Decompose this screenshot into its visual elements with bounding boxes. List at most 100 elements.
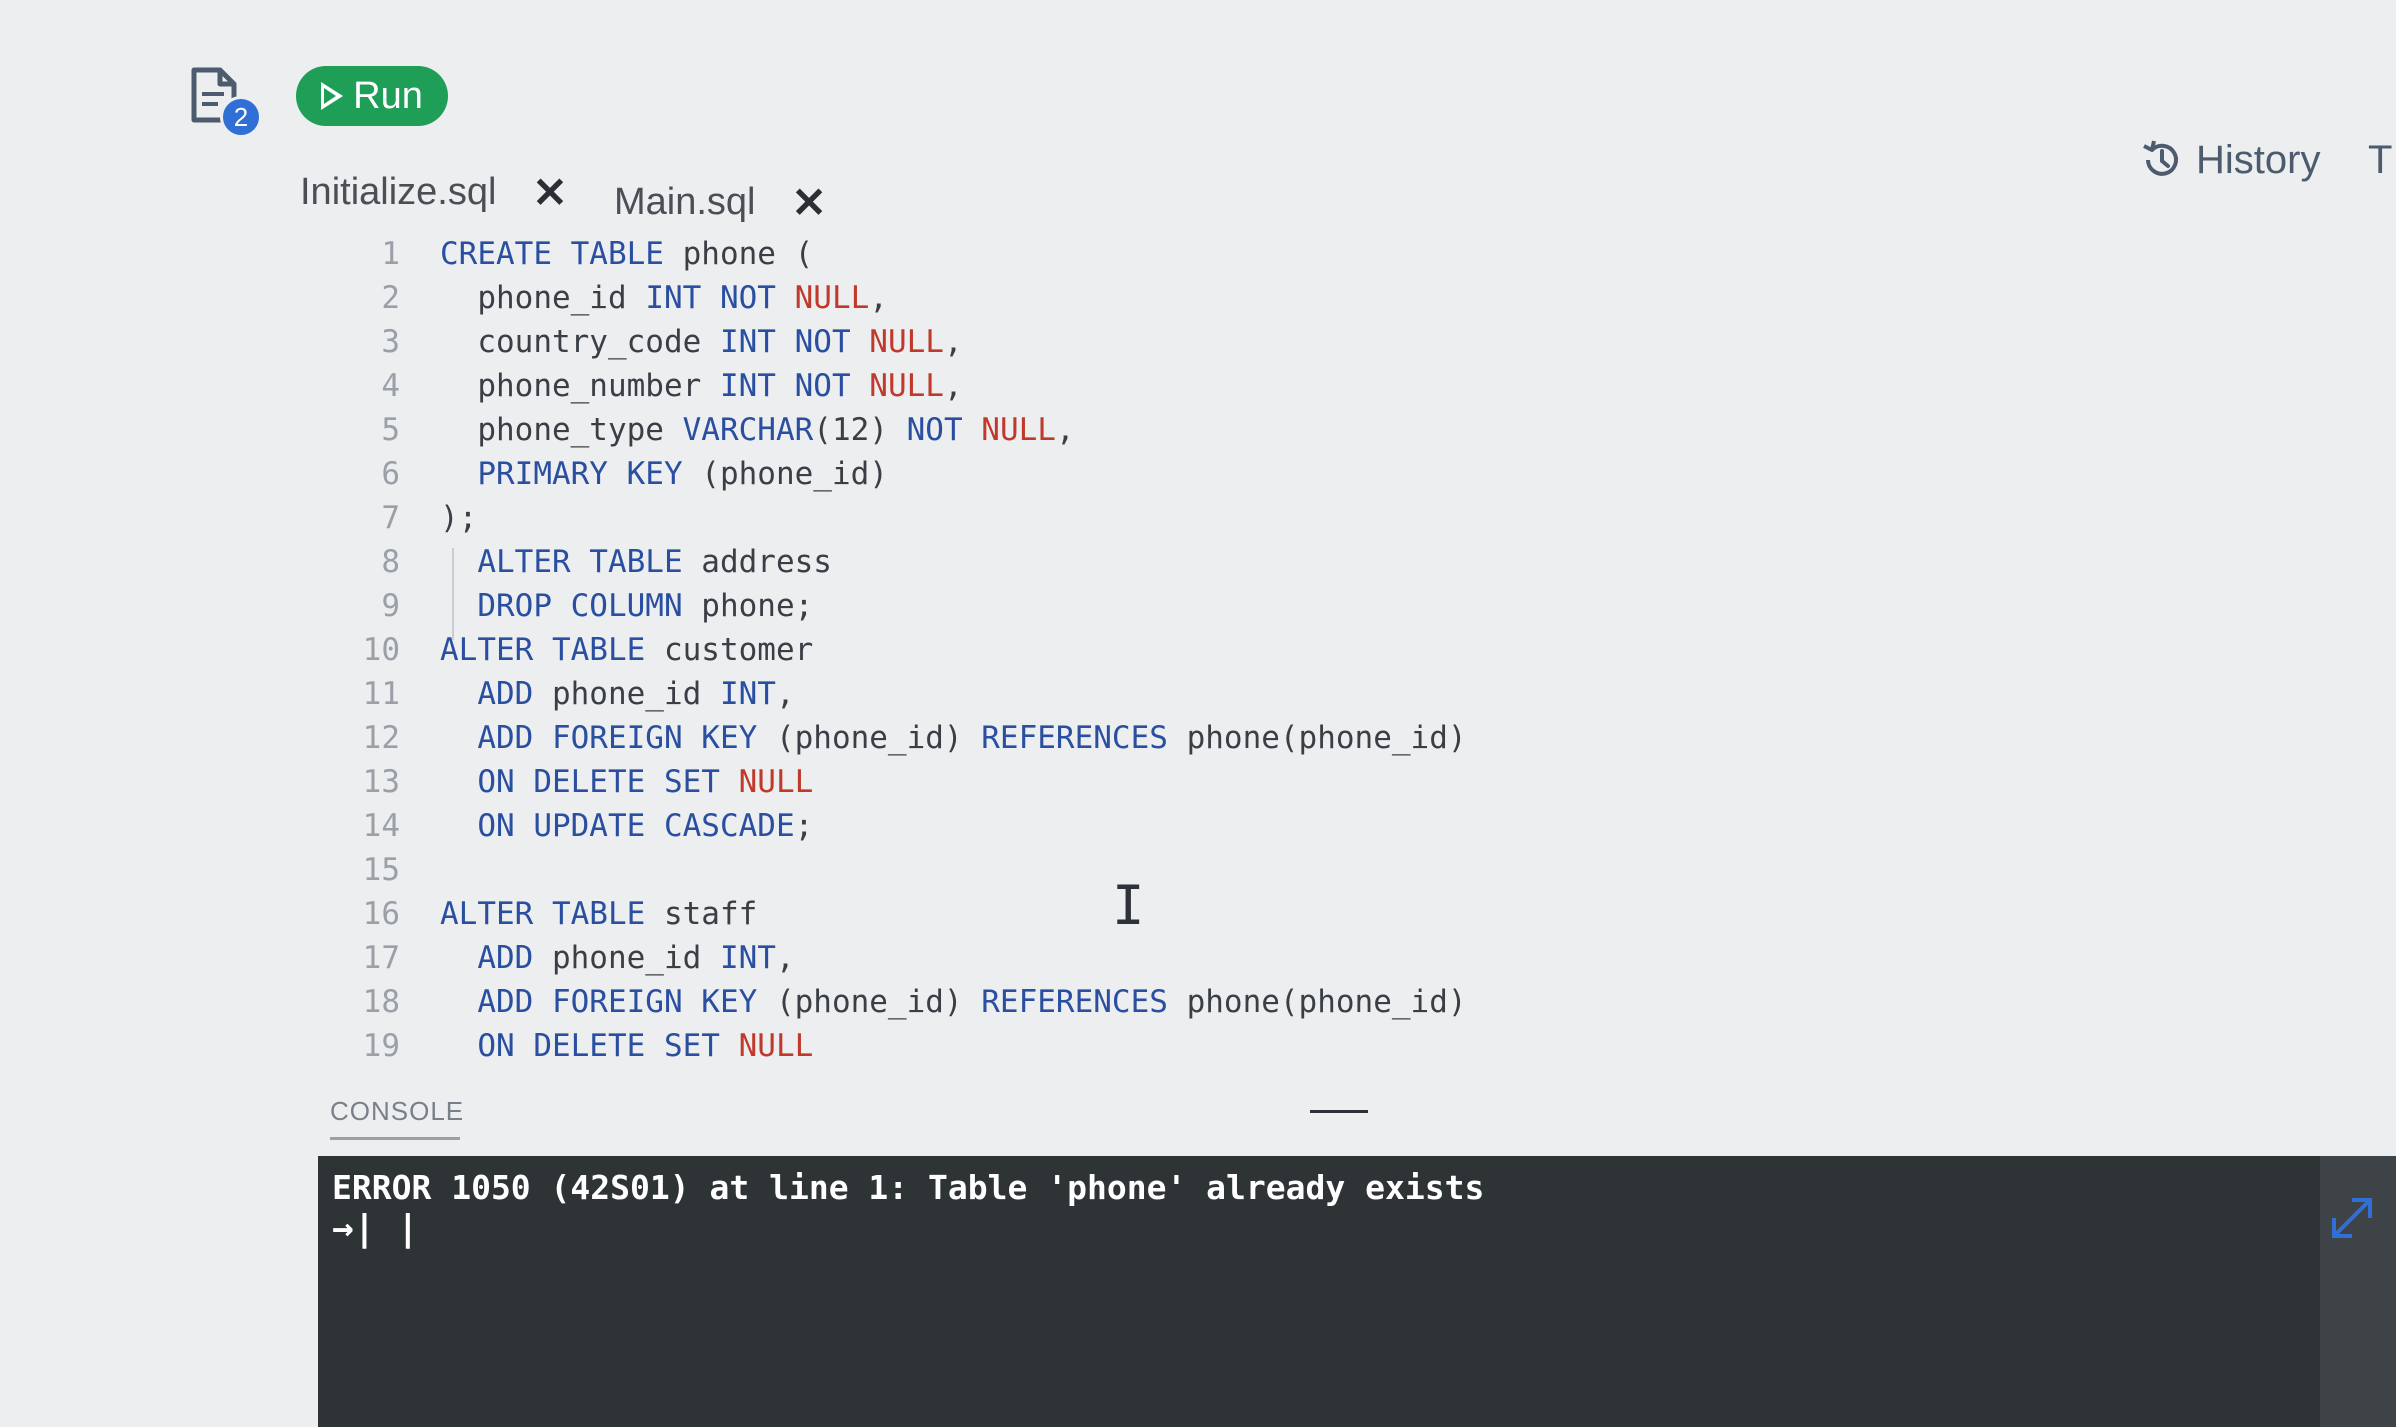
code-text: phone_type VARCHAR(12) NOT NULL, (440, 408, 1075, 452)
line-number: 1 (381, 236, 400, 272)
sql-text: , (775, 940, 795, 976)
sql-keyword: NOT (906, 412, 982, 448)
history-button[interactable]: History (2140, 130, 2320, 190)
sql-text: , (1055, 412, 1075, 448)
code-text: ADD FOREIGN KEY (phone_id) REFERENCES ph… (440, 980, 1467, 1024)
sql-keyword: INT (719, 676, 776, 712)
code-text: ADD phone_id INT, (440, 672, 795, 716)
code-text: ); (440, 496, 477, 540)
line-number: 3 (381, 324, 400, 360)
close-icon[interactable]: ✕ (532, 168, 567, 217)
sql-null-keyword: NULL (869, 368, 944, 404)
tab-main-sql[interactable]: Main.sql ✕ (614, 174, 827, 230)
sql-text: phone(phone_id) (1186, 720, 1467, 756)
line-number: 7 (381, 500, 400, 536)
run-button-label: Run (353, 75, 423, 117)
line-number: 10 (362, 632, 400, 668)
expand-icon[interactable] (2326, 1192, 2378, 1244)
line-number: 9 (381, 588, 400, 624)
sql-keyword: PRIMARY KEY (440, 456, 702, 492)
sql-text: phone(phone_id) (1186, 984, 1467, 1020)
files-icon[interactable]: 2 (190, 66, 262, 138)
sql-keyword: ON UPDATE CASCADE (440, 808, 795, 844)
sql-text: phone_id (440, 280, 646, 316)
sql-text: , (869, 280, 888, 316)
sql-text: ; (794, 808, 814, 844)
sql-keyword: INT (719, 940, 776, 976)
sql-workbench: 2 Run History T Initialize.sql ✕ Main.sq… (0, 0, 2396, 1427)
sql-text: phone_id (551, 940, 720, 976)
sql-text: address (701, 544, 832, 580)
sql-keyword: VARCHAR (682, 412, 814, 448)
sql-text: phone_type (440, 412, 683, 448)
play-icon (321, 82, 344, 110)
line-number: 11 (362, 676, 400, 712)
sql-text: (phone_id) (701, 456, 888, 492)
sql-keyword: REFERENCES (981, 984, 1187, 1020)
sql-text: customer (663, 632, 814, 668)
line-number: 6 (381, 456, 400, 492)
sql-keyword: ON DELETE SET (440, 1028, 739, 1062)
sql-text: phone; (701, 588, 814, 624)
sql-keyword: INT NOT (645, 280, 795, 316)
code-text: ALTER TABLE staff (440, 892, 757, 936)
sql-null-keyword: NULL (981, 412, 1056, 448)
sql-text: , (943, 368, 963, 404)
console-tab[interactable]: CONSOLE (330, 1096, 463, 1140)
sql-text: country_code (440, 324, 720, 360)
code-text: phone_id INT NOT NULL, (440, 276, 888, 320)
line-number: 14 (362, 808, 400, 844)
sql-text: phone ( (682, 236, 814, 272)
tab-initialize-sql[interactable]: Initialize.sql ✕ (300, 164, 568, 220)
sql-keyword: ADD (440, 676, 552, 712)
sql-text: (12) (813, 412, 907, 448)
code-text: ON UPDATE CASCADE; (440, 804, 813, 848)
files-count-badge: 2 (220, 96, 262, 138)
code-text: ADD FOREIGN KEY (phone_id) REFERENCES ph… (440, 716, 1467, 760)
sql-null-keyword: NULL (738, 764, 814, 800)
code-text: ALTER TABLE address (440, 540, 832, 584)
history-label: History (2196, 137, 2321, 182)
history-clock-icon (2143, 140, 2178, 176)
sql-text: ); (440, 500, 478, 536)
line-number: 17 (362, 940, 400, 976)
line-number: 12 (362, 720, 400, 756)
sql-keyword: ADD FOREIGN KEY (440, 984, 776, 1020)
sql-keyword: REFERENCES (981, 720, 1187, 756)
sql-null-keyword: NULL (738, 1028, 814, 1062)
console-prompt[interactable]: →| | (332, 1208, 419, 1249)
run-button[interactable]: Run (296, 66, 448, 126)
sql-text: staff (663, 896, 758, 932)
line-number: 2 (381, 280, 400, 316)
code-text: PRIMARY KEY (phone_id) (440, 452, 888, 496)
sql-keyword: DROP COLUMN (440, 588, 702, 624)
code-text: ADD phone_id INT, (440, 936, 795, 980)
sql-text: , (943, 324, 963, 360)
close-icon[interactable]: ✕ (792, 178, 827, 227)
sql-null-keyword: NULL (869, 324, 944, 360)
line-number: 18 (362, 984, 400, 1020)
sql-keyword: INT NOT (719, 324, 870, 360)
line-number: 19 (362, 1028, 400, 1062)
sql-keyword: ALTER TABLE (440, 544, 702, 580)
tab-label: Main.sql (614, 180, 756, 223)
code-text: CREATE TABLE phone ( (440, 232, 813, 276)
console-error-message: ERROR 1050 (42S01) at line 1: Table 'pho… (332, 1168, 1485, 1207)
code-text: ALTER TABLE customer (440, 628, 813, 672)
line-number: 13 (362, 764, 400, 800)
panel-resize-handle[interactable] (1310, 1110, 1368, 1113)
clipped-toolbar-item[interactable]: T (2368, 130, 2396, 190)
sql-text: phone_number (440, 368, 720, 404)
sql-text: phone_id (551, 676, 720, 712)
line-number: 16 (362, 896, 400, 932)
line-number: 8 (381, 544, 400, 580)
sql-text: (phone_id) (775, 720, 982, 756)
sql-keyword: ADD (440, 940, 552, 976)
indent-guide (452, 548, 454, 640)
code-text: ON DELETE SET NULL (440, 760, 813, 804)
sql-text: , (775, 676, 795, 712)
code-text: country_code INT NOT NULL, (440, 320, 963, 364)
code-text: ON DELETE SET NULL (440, 1024, 813, 1062)
code-editor[interactable]: 1 CREATE TABLE phone ( 2 phone_id INT NOT … (330, 232, 2050, 1062)
line-number: 5 (381, 412, 400, 448)
